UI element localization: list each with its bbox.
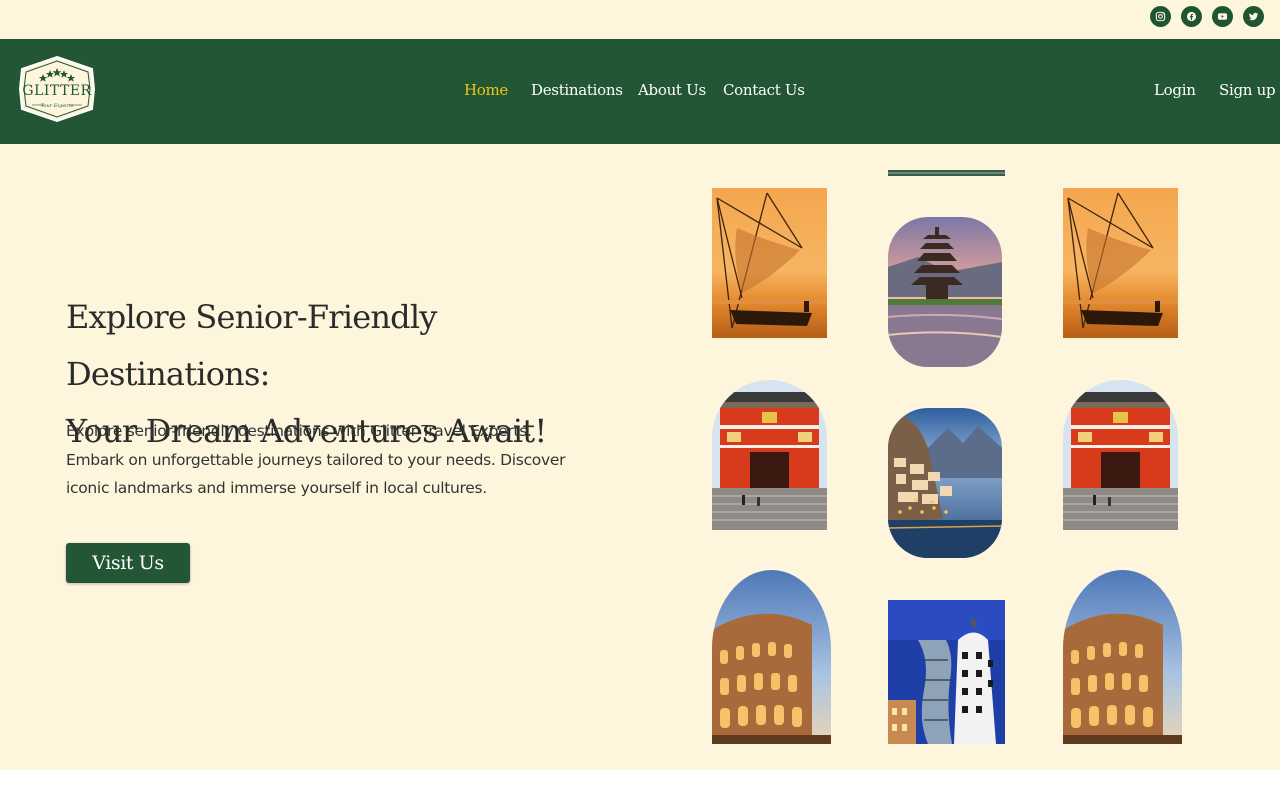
colosseum-photo [1063,570,1182,744]
hero-section: Explore Senior-Friendly Destinations: Yo… [0,144,1280,770]
nav-contact-link[interactable]: Contact Us [723,81,805,99]
japanese-shrine-gate-photo [712,380,827,530]
login-link[interactable]: Login [1154,81,1196,99]
hero-headline-line1: Explore Senior-Friendly Destinations: [66,298,437,393]
amalfi-coast-photo [888,408,1002,558]
brand-tagline: Tour Experts [41,103,74,109]
colosseum-photo [712,570,831,744]
top-bar [0,0,1280,39]
youtube-icon[interactable] [1212,6,1233,27]
nav-destinations-link[interactable]: Destinations [531,81,623,99]
brand-name: GLITTER [22,83,91,99]
main-navbar: GLITTER Tour Experts Home Destinations A… [0,39,1280,144]
fishing-net-sunset-photo [712,188,827,338]
instagram-icon[interactable] [1150,6,1171,27]
nav-home-link[interactable]: Home [464,81,508,99]
brand-logo[interactable]: GLITTER Tour Experts [18,55,96,123]
signup-link[interactable]: Sign up [1219,81,1276,99]
dancing-house-photo [888,600,1005,744]
nav-about-link[interactable]: About Us [638,81,706,99]
visit-us-button[interactable]: Visit Us [66,543,190,583]
japanese-shrine-gate-photo [1063,380,1178,530]
bali-temple-photo [888,217,1002,367]
facebook-icon[interactable] [1181,6,1202,27]
twitter-icon[interactable] [1243,6,1264,27]
partial-photo-strip [888,170,1005,176]
hero-description: Explore senior-friendly destinations wit… [66,422,566,497]
fishing-net-sunset-photo [1063,188,1178,338]
